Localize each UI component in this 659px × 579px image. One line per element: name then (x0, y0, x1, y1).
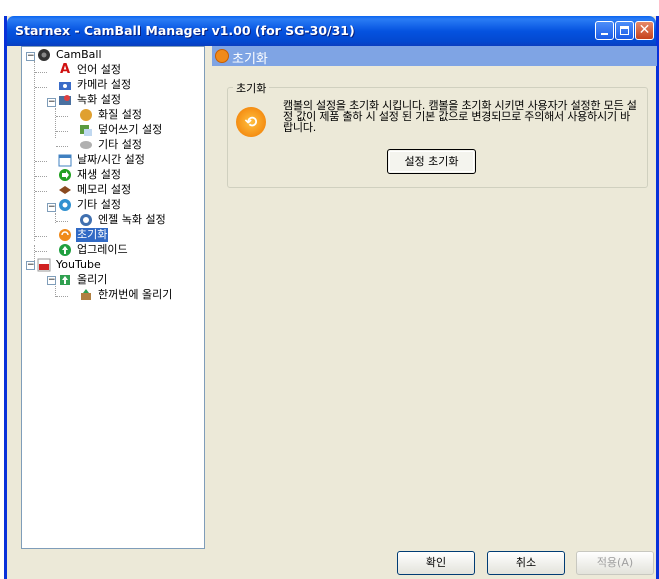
upload-icon (58, 273, 72, 287)
language-icon: A (59, 62, 71, 77)
group-title: 초기화 (233, 80, 270, 96)
reset-icon: ⟲ (236, 107, 266, 137)
angel-record-icon (79, 213, 93, 227)
minimize-button[interactable] (595, 21, 614, 40)
tree-collapse-toggle[interactable]: − (26, 261, 35, 270)
settings-icon (58, 198, 72, 212)
reset-icon (215, 49, 229, 63)
reset-icon (58, 228, 72, 242)
close-icon: ✕ (638, 22, 651, 38)
window-title: Starnex - CamBall Manager v1.00 (for SG-… (15, 23, 355, 38)
tree-collapse-toggle[interactable]: − (47, 98, 56, 107)
close-button[interactable]: ✕ (635, 21, 654, 40)
reset-settings-button[interactable]: 설정 초기화 (387, 149, 476, 174)
etc-icon (79, 138, 93, 152)
tree-collapse-toggle[interactable]: − (47, 276, 56, 285)
quality-icon (79, 108, 93, 122)
overwrite-icon (79, 123, 93, 137)
calendar-icon (58, 153, 72, 167)
tree-collapse-toggle[interactable]: − (26, 52, 35, 61)
memory-icon (58, 183, 72, 197)
settings-tree[interactable]: − − − − − CamBall A 언어 설정 카메라 설정 녹화 설정 화… (21, 46, 205, 549)
youtube-icon (37, 258, 51, 272)
apply-button[interactable]: 적용(A) (576, 551, 654, 575)
reset-description: 캠볼의 설정을 초기화 시킵니다. 캠볼을 초기화 시키면 사용자가 설정한 모… (283, 99, 637, 134)
maximize-button[interactable] (615, 21, 634, 40)
title-bar[interactable]: Starnex - CamBall Manager v1.00 (for SG-… (7, 16, 656, 46)
maximize-icon (620, 26, 629, 35)
camera-icon (58, 78, 72, 92)
record-icon (58, 93, 72, 107)
camera-ball-icon (37, 48, 51, 62)
batch-upload-icon (79, 288, 93, 302)
minimize-icon (601, 33, 608, 35)
play-icon (58, 168, 72, 182)
panel-title: 초기화 (232, 52, 268, 67)
ok-button[interactable]: 확인 (397, 551, 475, 575)
cancel-button[interactable]: 취소 (487, 551, 565, 575)
upgrade-icon (58, 243, 72, 257)
panel-header: 초기화 (212, 46, 657, 67)
tree-collapse-toggle[interactable]: − (47, 203, 56, 212)
